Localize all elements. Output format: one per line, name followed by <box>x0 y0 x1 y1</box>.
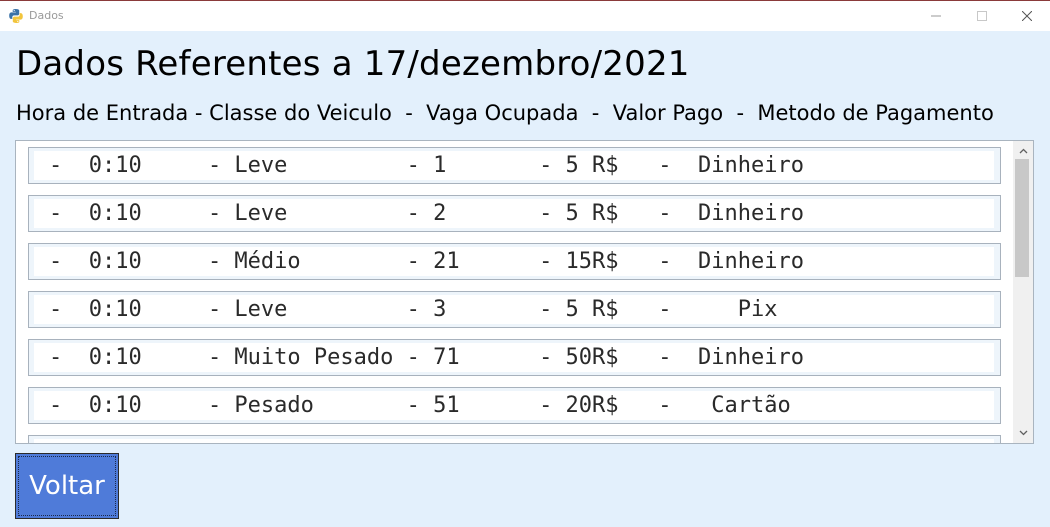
scroll-up-button[interactable] <box>1013 143 1033 159</box>
maximize-icon <box>977 11 987 21</box>
list-item-text: - 0:10 - Médio - 21 - 15R$ - Dinheiro <box>49 249 804 274</box>
python-icon <box>9 9 23 23</box>
close-button[interactable] <box>1004 1 1050 31</box>
window-title: Dados <box>29 9 64 22</box>
records-list[interactable]: - 0:10 - Leve - 1 - 5 R$ - Dinheiro - 0:… <box>15 140 1034 444</box>
list-item: - 0:10 - Médio - 21 - 15R$ - Dinheiro <box>28 243 1001 280</box>
voltar-button[interactable]: Voltar <box>15 453 119 519</box>
page-title: Dados Referentes a 17/dezembro/2021 <box>16 44 690 84</box>
list-item-text: - 0:10 - Muito Pesado - 71 - 50R$ - Dinh… <box>49 345 804 370</box>
list-item: - 0:10 - Leve - 1 - 5 R$ - Dinheiro <box>28 147 1001 184</box>
chevron-down-icon <box>1019 430 1027 436</box>
list-item-text: - 0:10 - Leve - 1 - 5 R$ - Dinheiro <box>49 153 804 178</box>
scroll-down-button[interactable] <box>1013 425 1033 441</box>
title-bar: Dados <box>0 0 1050 31</box>
columns-header: Hora de Entrada - Classe do Veiculo - Va… <box>16 101 994 125</box>
list-item: - 0:10 - Leve - 3 - 5 R$ - Pix <box>28 291 1001 328</box>
list-item: - 0:10 - Pesado - 51 - 20R$ - Cartão <box>28 387 1001 424</box>
chevron-up-icon <box>1019 148 1027 154</box>
vertical-scrollbar[interactable] <box>1013 141 1033 443</box>
list-item-text: - 0:10 - Pesado - 51 - 20R$ - Cartão <box>49 393 791 418</box>
minimize-button[interactable] <box>913 1 959 31</box>
list-item-text: - 0:10 - Leve - 3 - 5 R$ - Pix <box>49 297 778 322</box>
scroll-thumb[interactable] <box>1015 159 1029 277</box>
list-item-partial <box>28 435 1001 443</box>
list-item: - 0:10 - Leve - 2 - 5 R$ - Dinheiro <box>28 195 1001 232</box>
maximize-button[interactable] <box>959 1 1005 31</box>
close-icon <box>1022 11 1032 21</box>
list-item-text: - 0:10 - Leve - 2 - 5 R$ - Dinheiro <box>49 201 804 226</box>
list-item: - 0:10 - Muito Pesado - 71 - 50R$ - Dinh… <box>28 339 1001 376</box>
minimize-icon <box>931 15 941 17</box>
